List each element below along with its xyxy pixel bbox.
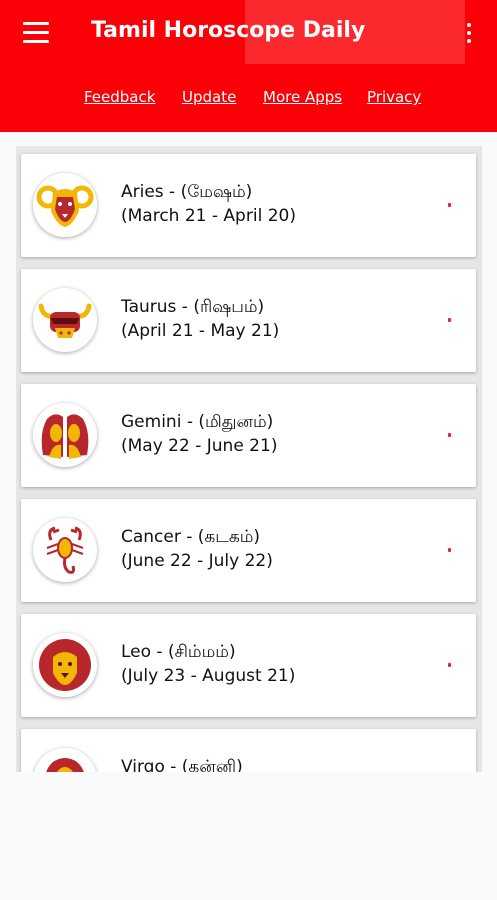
zodiac-list[interactable]: Aries - (மேஷம்) (March 21 - April 20) Ta… bbox=[16, 146, 482, 772]
sign-dates: (July 23 - August 21) bbox=[121, 666, 296, 686]
feedback-link[interactable]: Feedback bbox=[84, 88, 155, 106]
sign-dates: (June 22 - July 22) bbox=[121, 551, 273, 571]
sign-name: Aries - (மேஷம்) bbox=[121, 182, 253, 202]
gemini-twins-icon bbox=[33, 403, 97, 467]
header-links: Feedback Update More Apps Privacy bbox=[0, 88, 497, 114]
sign-dates: (April 21 - May 21) bbox=[121, 321, 280, 341]
sign-name: Cancer - (கடகம்) bbox=[121, 527, 261, 547]
app-bar: Tamil Horoscope Daily Feedback Update Mo… bbox=[0, 0, 497, 132]
zodiac-card-cancer[interactable]: Cancer - (கடகம்) (June 22 - July 22) bbox=[21, 499, 476, 602]
indicator-dot bbox=[448, 433, 451, 437]
indicator-dot bbox=[448, 318, 451, 322]
zodiac-card-virgo[interactable]: Virgo - (கன்னி) bbox=[21, 729, 476, 772]
zodiac-card-taurus[interactable]: Taurus - (ரிஷபம்) (April 21 - May 21) bbox=[21, 269, 476, 372]
sign-dates: (March 21 - April 20) bbox=[121, 206, 296, 226]
sign-dates: (May 22 - June 21) bbox=[121, 436, 278, 456]
hamburger-menu-icon[interactable] bbox=[23, 22, 49, 44]
zodiac-card-aries[interactable]: Aries - (மேஷம்) (March 21 - April 20) bbox=[21, 154, 476, 257]
indicator-dot bbox=[448, 663, 451, 667]
more-vert-icon[interactable] bbox=[458, 20, 480, 46]
more-apps-link[interactable]: More Apps bbox=[263, 88, 342, 106]
privacy-link[interactable]: Privacy bbox=[367, 88, 421, 106]
indicator-dot bbox=[448, 548, 451, 552]
sign-name: Virgo - (கன்னி) bbox=[121, 757, 243, 772]
aries-ram-icon bbox=[33, 173, 97, 237]
zodiac-card-gemini[interactable]: Gemini - (மிதுனம்) (May 22 - June 21) bbox=[21, 384, 476, 487]
update-link[interactable]: Update bbox=[182, 88, 236, 106]
taurus-bull-icon bbox=[33, 288, 97, 352]
sign-name: Taurus - (ரிஷபம்) bbox=[121, 297, 265, 317]
sign-name: Gemini - (மிதுனம்) bbox=[121, 412, 274, 432]
zodiac-card-leo[interactable]: Leo - (சிம்மம்) (July 23 - August 21) bbox=[21, 614, 476, 717]
sign-name: Leo - (சிம்மம்) bbox=[121, 642, 236, 662]
virgo-maiden-icon bbox=[33, 748, 97, 772]
indicator-dot bbox=[448, 203, 451, 207]
touch-ripple bbox=[245, 0, 465, 64]
leo-lion-icon bbox=[33, 633, 97, 697]
cancer-scorpion-icon bbox=[33, 518, 97, 582]
